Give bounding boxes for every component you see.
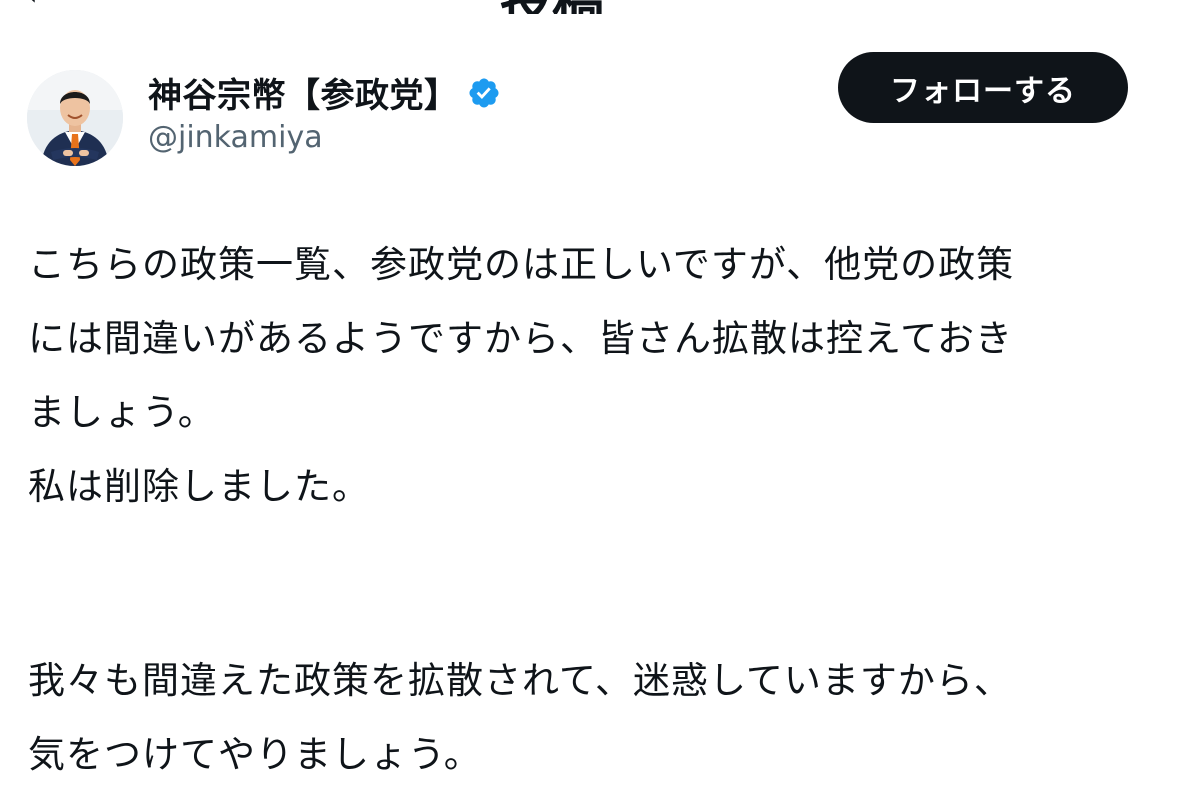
post-header: 神谷宗幣【参政党】 @jinkamiya フォローする xyxy=(0,40,1179,190)
author-display-name[interactable]: 神谷宗幣【参政党】 xyxy=(148,68,459,117)
user-avatar-photo-icon xyxy=(27,70,123,166)
post-text-line: には間違いがあるようですから、皆さん拡散は控えておき xyxy=(28,317,1014,360)
follow-button[interactable]: フォローする xyxy=(838,52,1128,123)
post-text: こちらの政策一覧、参政党のは正しいですが、他党の政策 には間違いがあるようですか… xyxy=(28,228,1148,792)
verified-badge-icon xyxy=(467,76,501,110)
top-bar: ‹ 投稿 xyxy=(0,0,1179,14)
author-handle[interactable]: @jinkamiya xyxy=(148,120,323,155)
page-title: 投稿 xyxy=(500,0,604,14)
post-text-line: 気をつけてやりましょう。 xyxy=(28,733,482,776)
avatar[interactable] xyxy=(27,70,123,166)
back-arrow-icon[interactable]: ‹ xyxy=(20,0,39,14)
post-text-line: こちらの政策一覧、参政党のは正しいですが、他党の政策 xyxy=(28,243,1015,286)
author-name-row: 神谷宗幣【参政党】 xyxy=(148,68,501,117)
post-text-line: 私は削除しました。 xyxy=(28,465,370,508)
post-text-line: ましょう。 xyxy=(28,391,216,434)
post-text-line: 我々も間違えた政策を拡散されて、迷惑していますから、 xyxy=(28,659,1012,702)
